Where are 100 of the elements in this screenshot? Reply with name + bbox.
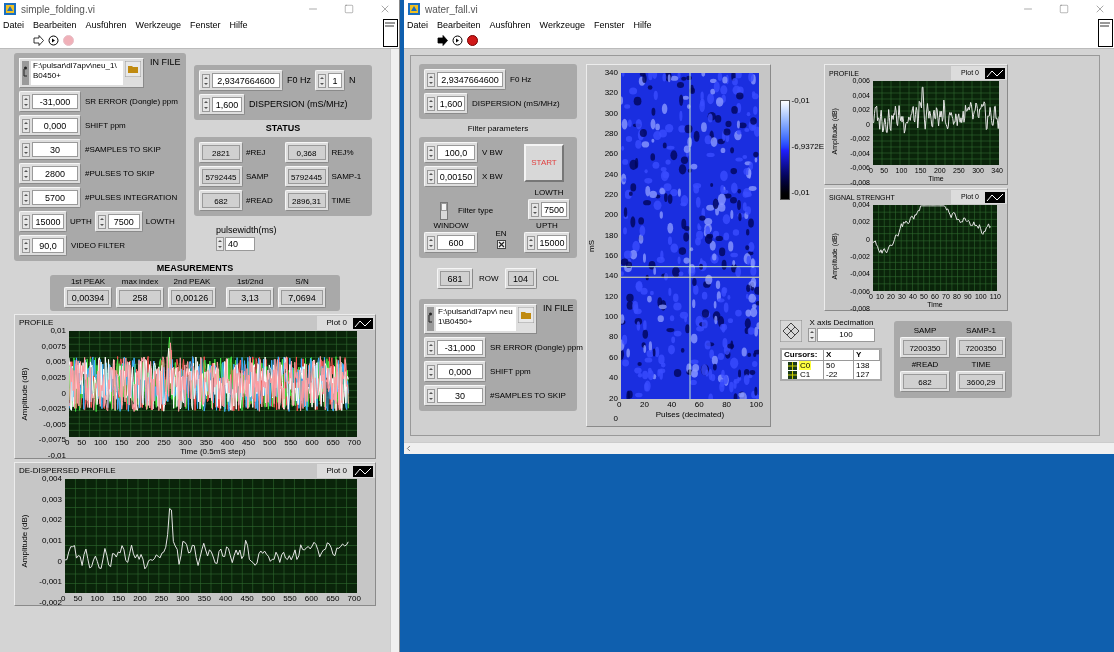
numeric-input[interactable]: 0,00150	[424, 166, 478, 187]
numeric-input[interactable]: 15000	[19, 211, 67, 232]
numeric-input[interactable]: 7500	[94, 211, 143, 232]
numeric-input[interactable]: 2800	[19, 163, 81, 184]
axis-tick-label: 0	[613, 414, 618, 423]
cursor-name[interactable]: C0	[799, 361, 812, 370]
table-header: Y	[854, 350, 880, 361]
spinner-icon[interactable]	[427, 169, 435, 184]
color-scale-label: -6,9372E	[791, 143, 824, 151]
abort-icon[interactable]	[466, 33, 479, 47]
numeric-input[interactable]: 7500	[528, 199, 570, 220]
spinner-icon[interactable]	[202, 97, 210, 112]
numeric-input[interactable]: 1,600	[424, 93, 468, 114]
axis-tick-label: 280	[604, 130, 618, 139]
menu-item[interactable]: Hilfe	[229, 20, 248, 30]
spinner-icon[interactable]	[427, 235, 435, 250]
spinner-icon[interactable]	[22, 142, 30, 157]
axis-tick-label: 60	[694, 401, 704, 409]
numeric-input[interactable]: 600	[424, 232, 478, 253]
menu-item[interactable]: Hilfe	[633, 20, 652, 30]
menu-item[interactable]: Fenster	[593, 20, 625, 30]
axis-tick-label: 100	[749, 401, 763, 409]
numeric-input[interactable]: 0,000	[19, 115, 81, 136]
spinner-icon[interactable]	[808, 328, 816, 342]
spinner-icon[interactable]	[202, 73, 210, 88]
spinner-icon[interactable]	[22, 214, 30, 229]
menu-item[interactable]: Werkzeuge	[539, 20, 585, 30]
spinner-icon[interactable]	[427, 364, 435, 379]
spinner-icon[interactable]	[427, 145, 435, 160]
cursor-name[interactable]: C1	[799, 370, 812, 379]
run-arrow-icon[interactable]	[436, 33, 449, 47]
spinner-icon[interactable]	[318, 73, 326, 88]
table-cell-text: 127	[855, 370, 871, 379]
scrollbar[interactable]	[404, 442, 1114, 454]
checkbox[interactable]	[496, 240, 506, 249]
control-label: SAMP	[913, 327, 937, 335]
numeric-input[interactable]: 1,600	[199, 94, 245, 115]
file-path-control[interactable]: F:\pulsar\dl7apv\neu_1\ B0450+	[19, 58, 144, 88]
numeric-input[interactable]: -31,000	[19, 91, 81, 112]
numeric-input[interactable]: 0,000	[424, 361, 486, 382]
numeric-input[interactable]: 2,9347664600	[424, 69, 506, 90]
control-label: #PULSES INTEGRATION	[85, 193, 178, 202]
menu-item[interactable]: Bearbeiten	[33, 20, 77, 30]
axis-tick-label: 180	[604, 231, 618, 240]
spinner-icon[interactable]	[22, 190, 30, 205]
menu-item[interactable]: Fenster	[189, 20, 221, 30]
cursor-line[interactable]	[621, 266, 759, 268]
control-label: 1st/2nd	[236, 278, 264, 286]
control-label: 1st PEAK	[70, 278, 106, 286]
spinner-icon[interactable]	[531, 202, 539, 217]
plot-legend[interactable]: Plot 0	[316, 316, 375, 330]
spinner-icon[interactable]	[427, 340, 435, 355]
axis-tick-label: 350	[199, 439, 213, 447]
numeric-input[interactable]: 90,0	[19, 235, 67, 256]
cursor-line[interactable]	[621, 276, 759, 278]
plot-legend[interactable]: Plot 0	[316, 464, 375, 478]
run-continuously-icon[interactable]	[47, 33, 60, 47]
run-continuously-icon[interactable]	[451, 33, 464, 47]
run-arrow-icon[interactable]	[32, 33, 45, 47]
window-title: simple_folding.vi	[21, 2, 95, 17]
navigation-pad-icon[interactable]	[780, 319, 802, 342]
numeric-input[interactable]: -31,000	[424, 337, 486, 358]
spinner-icon[interactable]	[427, 72, 435, 87]
spinner-icon[interactable]	[22, 238, 30, 253]
menu-item[interactable]: Datei	[3, 20, 24, 30]
menu-item[interactable]: Datei	[407, 20, 428, 30]
spinner-icon[interactable]	[22, 94, 30, 109]
numeric-indicator: 7200350	[956, 337, 1006, 358]
control-label: TIME	[331, 196, 351, 205]
numeric-input[interactable]: 100,0	[424, 142, 478, 163]
numeric-input[interactable]: 15000	[524, 232, 570, 253]
menu-item[interactable]: Ausführen	[85, 20, 127, 30]
scroll-left-icon[interactable]	[404, 444, 413, 453]
spinner-icon[interactable]	[22, 118, 30, 133]
spinner-icon[interactable]	[427, 388, 435, 403]
axis-tick-label: 200	[604, 211, 618, 220]
axis-tick-label: 40	[667, 401, 677, 409]
numeric-input[interactable]: 2,9347664600	[199, 70, 283, 91]
numeric-input[interactable]: 1	[315, 70, 345, 91]
spinner-icon[interactable]	[427, 96, 435, 111]
axis-tick-label: 0	[61, 389, 66, 398]
numeric-input[interactable]: 30	[19, 139, 81, 160]
spinner-icon[interactable]	[216, 237, 224, 251]
scrollbar[interactable]	[390, 49, 399, 652]
axis-title: Pulses (decimated)	[655, 411, 725, 419]
menu-item[interactable]: Werkzeuge	[135, 20, 181, 30]
axis-tick-label: 140	[604, 272, 618, 281]
control-label: max index	[121, 278, 159, 286]
axis-tick-label: 100	[604, 313, 618, 322]
spinner-icon[interactable]	[22, 166, 30, 181]
menu-item[interactable]: Bearbeiten	[437, 20, 481, 30]
numeric-input[interactable]: 5700	[19, 187, 81, 208]
spinner-icon[interactable]	[97, 214, 106, 229]
graph-title: DE-DISPERSED PROFILE	[19, 467, 116, 475]
spinner-icon[interactable]	[527, 235, 535, 250]
numeric-input[interactable]: 30	[424, 385, 486, 406]
toggle-switch-icon[interactable]	[440, 202, 448, 220]
menu-item[interactable]: Ausführen	[489, 20, 531, 30]
file-path-control[interactable]: F:\pulsar\dl7apv\ neu 1\B0450+	[424, 304, 537, 334]
control-label: Filter type	[458, 207, 494, 215]
